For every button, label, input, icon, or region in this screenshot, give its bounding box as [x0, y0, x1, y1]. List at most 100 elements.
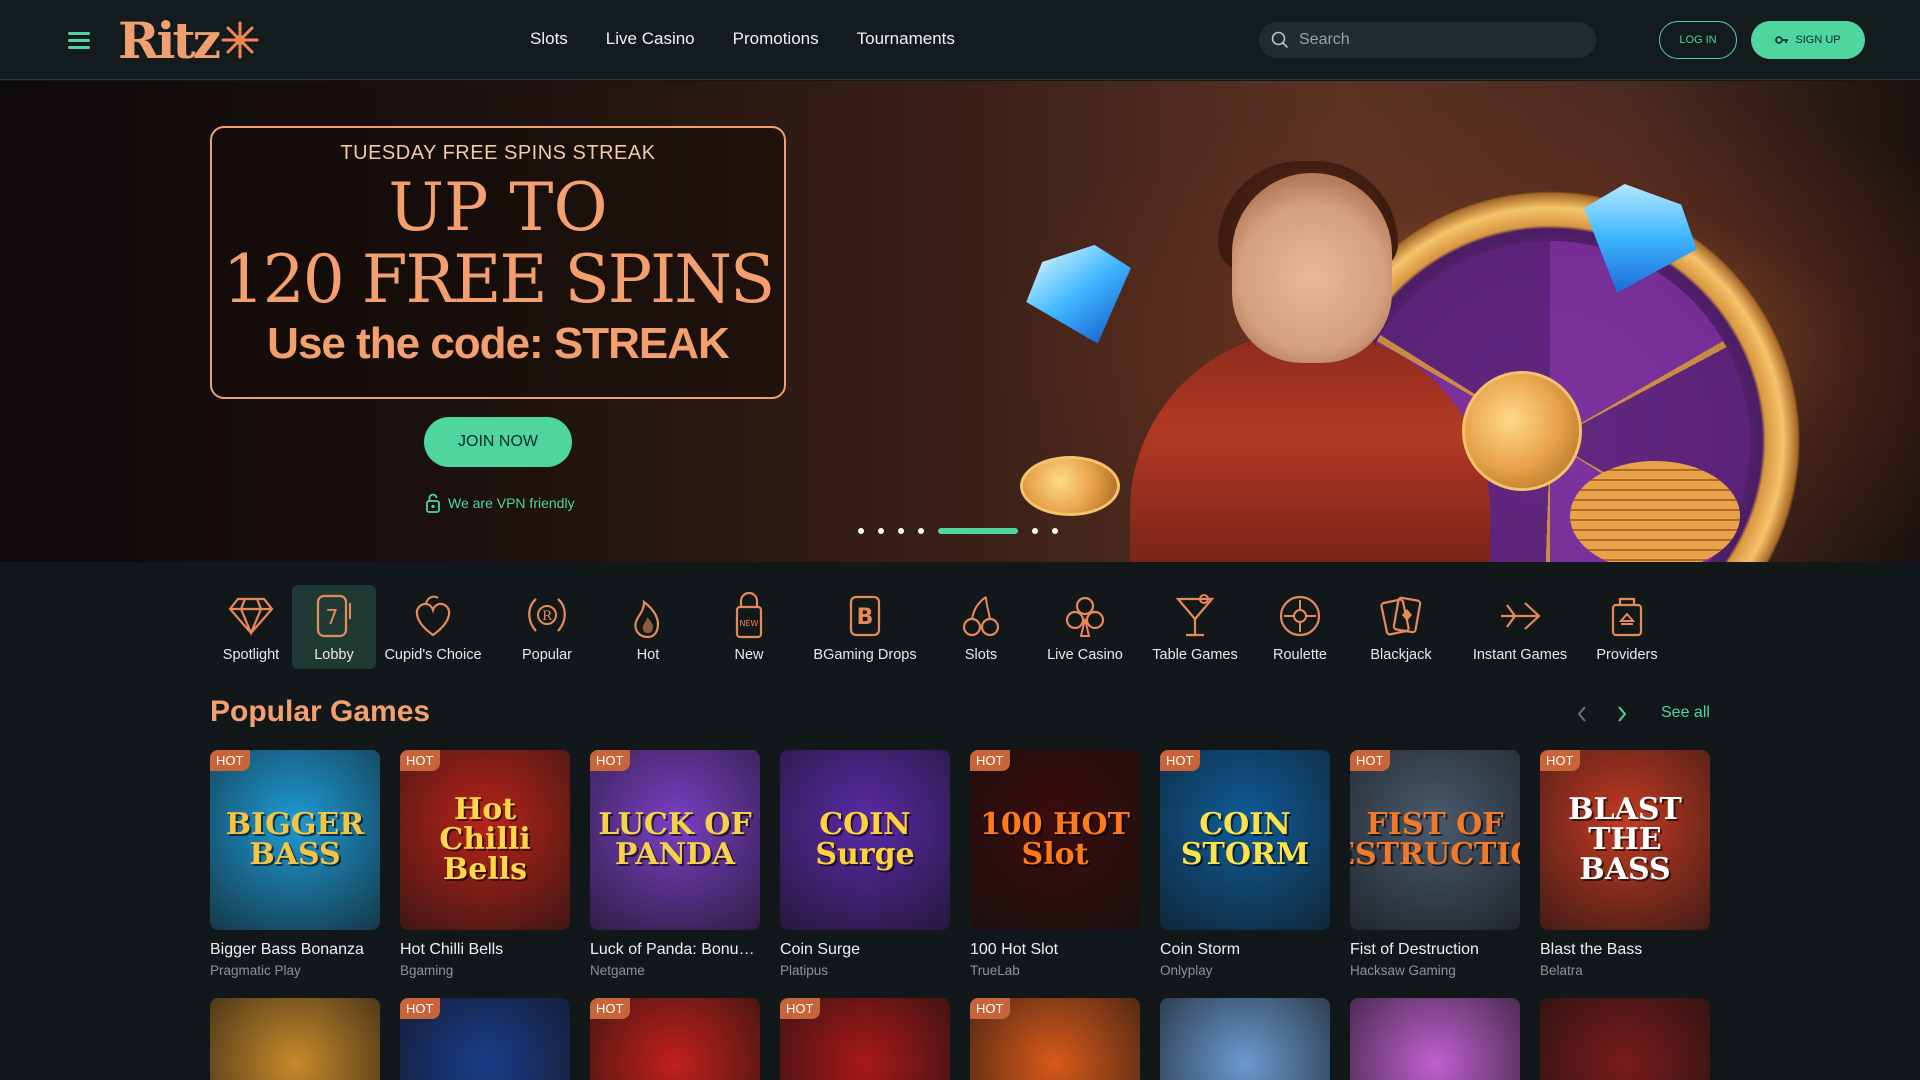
- game-card[interactable]: [1160, 998, 1330, 1080]
- game-name[interactable]: 100 Hot Slot: [970, 941, 1140, 959]
- category-popular[interactable]: R Popular: [490, 585, 604, 669]
- game-thumbnail[interactable]: HOT 100 HOT Slot: [970, 750, 1140, 930]
- game-thumbnail[interactable]: HOT Hot Chilli Bells: [400, 750, 570, 930]
- signup-button[interactable]: SIGN UP: [1751, 21, 1865, 59]
- hot-badge: HOT: [1350, 750, 1391, 771]
- game-card[interactable]: [1540, 998, 1710, 1080]
- category-label: Lobby: [314, 647, 354, 663]
- carousel-dots: [858, 528, 1058, 534]
- category-label: Table Games: [1152, 647, 1238, 663]
- game-name[interactable]: Blast the Bass: [1540, 941, 1710, 959]
- category-label: Popular: [522, 647, 572, 663]
- game-card[interactable]: HOT BLAST THE BASS Blast the Bass Belatr…: [1540, 750, 1710, 978]
- category-instant-games[interactable]: Instant Games: [1460, 585, 1580, 669]
- game-thumbnail[interactable]: [1350, 998, 1520, 1080]
- hamburger-menu-icon[interactable]: [68, 32, 90, 49]
- category-slots[interactable]: Slots: [924, 585, 1038, 669]
- game-thumbnail[interactable]: COIN Surge: [780, 750, 950, 930]
- nav-promotions[interactable]: Promotions: [733, 29, 819, 49]
- game-thumbnail[interactable]: [210, 998, 380, 1080]
- game-name[interactable]: Coin Storm: [1160, 941, 1330, 959]
- section-title: Popular Games: [210, 695, 431, 728]
- game-card[interactable]: HOT 100 HOT Slot 100 Hot Slot TrueLab: [970, 750, 1140, 978]
- new-tag-icon: NEW: [724, 591, 774, 641]
- see-all-link[interactable]: See all: [1661, 704, 1710, 722]
- game-card[interactable]: HOT: [970, 998, 1140, 1080]
- carousel-dot[interactable]: [878, 528, 884, 534]
- game-card[interactable]: COIN Surge Coin Surge Platipus: [780, 750, 950, 978]
- promo-subtitle: TUESDAY FREE SPINS STREAK: [340, 142, 656, 164]
- game-thumbnail[interactable]: [1160, 998, 1330, 1080]
- category-cupid-s-choice[interactable]: Cupid's Choice: [376, 585, 490, 669]
- chevron-left-icon[interactable]: [1574, 703, 1590, 725]
- category-new[interactable]: NEW New: [692, 585, 806, 669]
- logo-text: Ritz: [118, 10, 221, 70]
- promo-code: Use the code: STREAK: [267, 319, 730, 368]
- nav-tournaments[interactable]: Tournaments: [857, 29, 955, 49]
- top-header: Ritz Slots Live Casino Promotions Tourna…: [0, 0, 1920, 80]
- category-lobby[interactable]: 7 Lobby: [292, 585, 376, 669]
- game-thumbnail[interactable]: [1540, 998, 1710, 1080]
- svg-text:R: R: [542, 609, 553, 624]
- category-label: Slots: [964, 647, 998, 663]
- category-label: Instant Games: [1472, 647, 1568, 663]
- game-name[interactable]: Coin Surge: [780, 941, 950, 959]
- game-card[interactable]: HOT: [400, 998, 570, 1080]
- login-button[interactable]: LOG IN: [1659, 21, 1737, 59]
- game-card[interactable]: HOT FIST OF DESTRUCTION Fist of Destruct…: [1350, 750, 1520, 978]
- game-name[interactable]: Fist of Destruction: [1350, 941, 1520, 959]
- game-thumbnail[interactable]: HOT BLAST THE BASS: [1540, 750, 1710, 930]
- category-spotlight[interactable]: Spotlight: [210, 585, 292, 669]
- game-art-title: FIST OF DESTRUCTION: [1350, 807, 1520, 872]
- game-card[interactable]: HOT: [780, 998, 950, 1080]
- game-thumbnail[interactable]: HOT COIN STORM: [1160, 750, 1330, 930]
- game-card[interactable]: HOT COIN STORM Coin Storm Onlyplay: [1160, 750, 1330, 978]
- nav-slots[interactable]: Slots: [530, 29, 568, 49]
- carousel-dot[interactable]: [858, 528, 864, 534]
- cards-icon: [1376, 591, 1426, 641]
- carousel-dot[interactable]: [898, 528, 904, 534]
- game-thumbnail[interactable]: HOT: [590, 998, 760, 1080]
- category-roulette[interactable]: Roulette: [1258, 585, 1342, 669]
- game-card[interactable]: HOT BIGGER BASS Bigger Bass Bonanza Prag…: [210, 750, 380, 978]
- game-thumbnail[interactable]: HOT BIGGER BASS: [210, 750, 380, 930]
- hero-banner[interactable]: TUESDAY FREE SPINS STREAK UP TO 120 FREE…: [0, 81, 1920, 562]
- carousel-dot[interactable]: [1032, 528, 1038, 534]
- game-thumbnail[interactable]: HOT: [400, 998, 570, 1080]
- cherry-icon: [956, 591, 1006, 641]
- game-card[interactable]: [210, 998, 380, 1080]
- category-blackjack[interactable]: Blackjack: [1342, 585, 1460, 669]
- carousel-dot[interactable]: [918, 528, 924, 534]
- category-bar: Spotlight 7 Lobby Cupid's Choice R Popular Hot…: [210, 585, 1710, 671]
- category-table-games[interactable]: Table Games: [1132, 585, 1258, 669]
- promo-headline-2: 120 FREE SPINS: [222, 241, 775, 318]
- coin-stack-image: [1570, 461, 1740, 562]
- nav-live-casino[interactable]: Live Casino: [606, 29, 695, 49]
- game-name[interactable]: Hot Chilli Bells: [400, 941, 570, 959]
- ritz-logo[interactable]: Ritz: [118, 8, 260, 72]
- category-hot[interactable]: Hot: [604, 585, 692, 669]
- carousel-dot[interactable]: [1052, 528, 1058, 534]
- game-card[interactable]: HOT LUCK OF PANDA Luck of Panda: Bonus .…: [590, 750, 760, 978]
- game-card[interactable]: HOT: [590, 998, 760, 1080]
- category-live-casino[interactable]: Live Casino: [1038, 585, 1132, 669]
- search-input[interactable]: [1299, 31, 1579, 49]
- game-name[interactable]: Bigger Bass Bonanza: [210, 941, 380, 959]
- game-provider: Pragmatic Play: [210, 963, 301, 978]
- plane-icon: [1495, 591, 1545, 641]
- carousel-dot[interactable]: [938, 528, 1018, 534]
- game-thumbnail[interactable]: HOT FIST OF DESTRUCTION: [1350, 750, 1520, 930]
- category-bgaming-drops[interactable]: B BGaming Drops: [806, 585, 924, 669]
- hot-badge: HOT: [590, 998, 631, 1019]
- game-thumbnail[interactable]: HOT LUCK OF PANDA: [590, 750, 760, 930]
- game-art-title: 100 HOT Slot: [980, 807, 1130, 872]
- game-thumbnail[interactable]: HOT: [970, 998, 1140, 1080]
- game-card[interactable]: HOT Hot Chilli Bells Hot Chilli Bells Bg…: [400, 750, 570, 978]
- category-providers[interactable]: Providers: [1580, 585, 1674, 669]
- game-card[interactable]: [1350, 998, 1520, 1080]
- chevron-right-icon[interactable]: [1614, 703, 1630, 725]
- game-name[interactable]: Luck of Panda: Bonus ...: [590, 941, 760, 959]
- game-thumbnail[interactable]: HOT: [780, 998, 950, 1080]
- search-icon: [1271, 31, 1289, 49]
- join-now-button[interactable]: JOIN NOW: [424, 417, 572, 467]
